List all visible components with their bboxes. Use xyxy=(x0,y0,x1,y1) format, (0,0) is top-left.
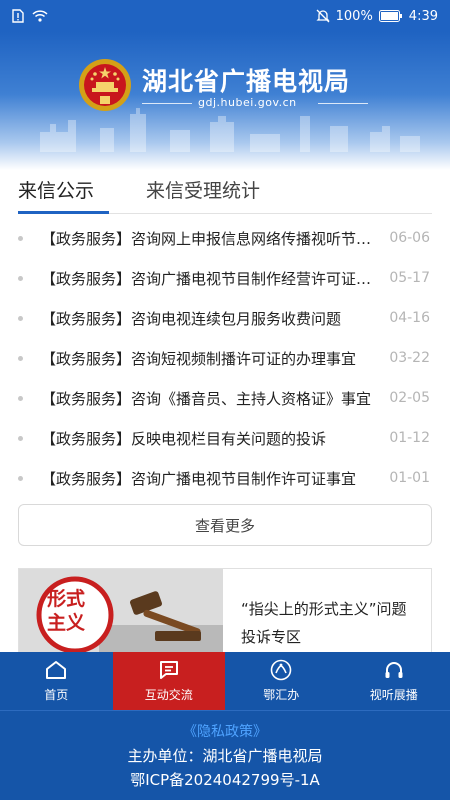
formalism-banner-image: 形式 主义 xyxy=(19,569,223,652)
site-title: 湖北省广播电视局 xyxy=(142,67,351,96)
bullet-icon xyxy=(18,475,23,481)
bullet-icon xyxy=(18,435,23,441)
list-item[interactable]: 【政务服务】反映电视栏目有关问题的投诉 01-12 xyxy=(18,418,432,458)
list-item-title: 【政务服务】咨询广播电视节目制作许可证事宜 xyxy=(41,469,357,488)
list-item-title: 【政务服务】咨询网上申报信息网络传播视听节… xyxy=(41,229,372,248)
mute-icon xyxy=(316,9,330,23)
bullet-icon xyxy=(18,235,23,241)
nav-interaction[interactable]: 互动交流 xyxy=(112,652,225,710)
view-more-button[interactable]: 查看更多 xyxy=(18,504,432,546)
bullet-icon xyxy=(18,275,23,281)
promo-image-text-line2: 主义 xyxy=(47,612,86,634)
home-icon xyxy=(45,659,67,681)
list-item[interactable]: 【政务服务】咨询网上申报信息网络传播视听节… 06-06 xyxy=(18,218,432,258)
list-item[interactable]: 【政务服务】咨询广播电视节目制作经营许可证… 05-17 xyxy=(18,258,432,298)
list-item-date: 01-01 xyxy=(389,470,430,486)
tab-bar: 来信公示 来信受理统计 xyxy=(18,170,432,214)
bottom-navigation: 首页 互动交流 鄂汇办 视听展播 xyxy=(0,652,450,710)
list-item[interactable]: 【政务服务】咨询《播音员、主持人资格证》事宜 02-05 xyxy=(18,378,432,418)
nav-home-label: 首页 xyxy=(44,688,69,702)
ehuiban-logo-icon xyxy=(270,659,292,681)
list-item-date: 06-06 xyxy=(389,230,430,246)
list-item[interactable]: 【政务服务】咨询短视频制播许可证的办理事宜 03-22 xyxy=(18,338,432,378)
nav-home[interactable]: 首页 xyxy=(0,652,113,710)
nav-ehuiban[interactable]: 鄂汇办 xyxy=(225,652,338,710)
wifi-icon xyxy=(32,10,48,22)
privacy-policy-link[interactable]: 《隐私政策》 xyxy=(0,721,450,741)
list-item-date: 04-16 xyxy=(389,310,430,326)
status-bar: 100% 4:39 xyxy=(0,0,450,32)
list-item-title: 【政务服务】咨询电视连续包月服务收费问题 xyxy=(41,309,342,328)
tab-letter-publicity[interactable]: 来信公示 xyxy=(18,176,94,203)
url-divider-right xyxy=(318,103,368,104)
list-item-date: 03-22 xyxy=(389,350,430,366)
letter-list: 【政务服务】咨询网上申报信息网络传播视听节… 06-06 【政务服务】咨询广播电… xyxy=(18,218,432,498)
battery-icon xyxy=(378,10,403,22)
nav-media-label: 视听展播 xyxy=(369,688,418,702)
host-organization: 主办单位：湖北省广播电视局 xyxy=(127,747,323,765)
message-icon xyxy=(158,659,180,681)
site-footer: 《隐私政策》 主办单位：湖北省广播电视局 鄂ICP备2024042799号-1A xyxy=(0,710,450,800)
list-item[interactable]: 【政务服务】咨询电视连续包月服务收费问题 04-16 xyxy=(18,298,432,338)
bullet-icon xyxy=(18,355,23,361)
promo-image-text-line1: 形式 xyxy=(47,588,86,610)
bullet-icon xyxy=(18,315,23,321)
battery-percent: 100% xyxy=(335,8,373,24)
list-item-title: 【政务服务】咨询短视频制播许可证的办理事宜 xyxy=(41,349,357,368)
bullet-icon xyxy=(18,395,23,401)
list-item-title: 【政务服务】反映电视栏目有关问题的投诉 xyxy=(41,429,327,448)
active-tab-indicator xyxy=(18,211,109,214)
site-url: gdj.hubei.gov.cn xyxy=(198,96,297,109)
list-item-title: 【政务服务】咨询广播电视节目制作经营许可证… xyxy=(41,269,372,288)
nav-media[interactable]: 视听展播 xyxy=(338,652,450,710)
tab-letter-statistics[interactable]: 来信受理统计 xyxy=(146,176,260,203)
headphones-icon xyxy=(383,659,405,681)
url-divider-left xyxy=(142,103,192,104)
promo-title: “指尖上的形式主义”问题投诉专区 xyxy=(241,600,407,646)
city-skyline-decoration xyxy=(40,108,420,152)
nav-ehuiban-label: 鄂汇办 xyxy=(263,688,300,702)
nav-interaction-label: 互动交流 xyxy=(144,688,193,702)
clock: 4:39 xyxy=(408,8,438,24)
header-banner: 湖北省广播电视局 gdj.hubei.gov.cn xyxy=(0,32,450,170)
icp-record: 鄂ICP备2024042799号-1A xyxy=(130,771,320,789)
list-item-date: 05-17 xyxy=(389,270,430,286)
sim-alert-icon xyxy=(12,9,24,23)
list-item-date: 02-05 xyxy=(389,390,430,406)
national-emblem-icon xyxy=(79,59,131,111)
formalism-complaint-card[interactable]: 形式 主义 “指尖上的形式主义”问题投诉专区 xyxy=(18,568,432,652)
list-item-date: 01-12 xyxy=(389,430,430,446)
list-item[interactable]: 【政务服务】咨询广播电视节目制作许可证事宜 01-01 xyxy=(18,458,432,498)
list-item-title: 【政务服务】咨询《播音员、主持人资格证》事宜 xyxy=(41,389,372,408)
